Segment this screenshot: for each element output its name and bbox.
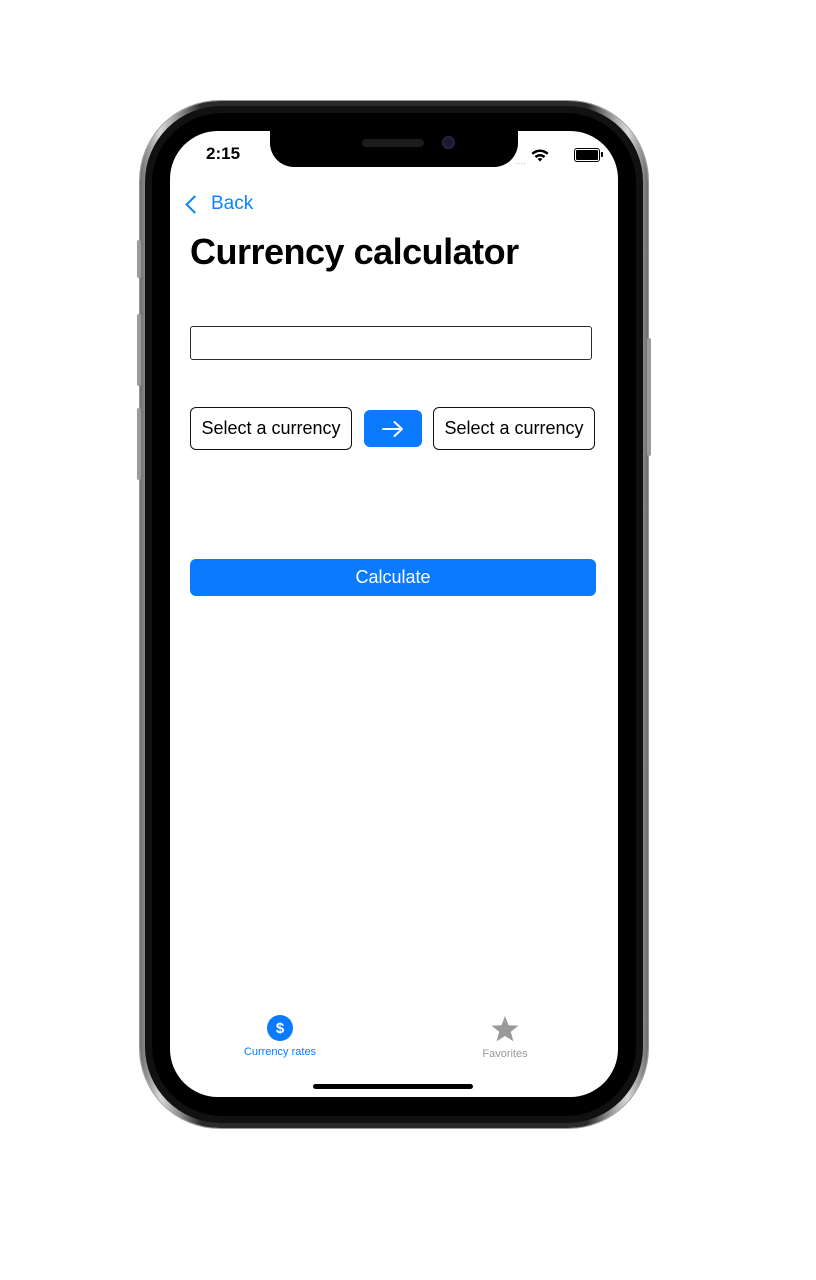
back-label: Back	[211, 193, 254, 214]
amount-input[interactable]	[190, 326, 592, 360]
from-currency-button[interactable]: Select a currency	[190, 407, 352, 450]
arrow-right-icon	[382, 420, 403, 437]
dollar-icon: $	[267, 1015, 293, 1041]
mute-switch	[137, 240, 141, 278]
tab-label-favorites: Favorites	[482, 1048, 528, 1060]
convert-direction-button[interactable]	[364, 410, 422, 447]
speaker-grille	[362, 139, 424, 147]
calculate-button[interactable]: Calculate	[190, 559, 596, 596]
chevron-left-icon	[185, 194, 204, 214]
tab-currency-rates[interactable]: $ Currency rates	[220, 1015, 340, 1058]
battery-icon	[574, 148, 603, 162]
power-button	[647, 338, 651, 456]
home-indicator	[313, 1084, 473, 1089]
tab-favorites[interactable]: Favorites	[445, 1015, 565, 1060]
to-currency-button[interactable]: Select a currency	[433, 407, 595, 450]
volume-down-button	[137, 408, 141, 480]
front-camera	[442, 136, 455, 149]
app-screen: 2:15 .... Back Currency calculator Selec…	[170, 131, 618, 1097]
cellular-signal-icon: ....	[514, 156, 526, 167]
page-title: Currency calculator	[190, 231, 519, 272]
status-icons: ....	[480, 146, 603, 167]
tab-label-currency-rates: Currency rates	[243, 1046, 317, 1058]
star-icon	[491, 1016, 519, 1042]
wifi-icon	[531, 149, 549, 162]
status-time: 2:15	[206, 144, 241, 163]
back-button[interactable]: Back	[182, 191, 253, 217]
volume-up-button	[137, 314, 141, 386]
